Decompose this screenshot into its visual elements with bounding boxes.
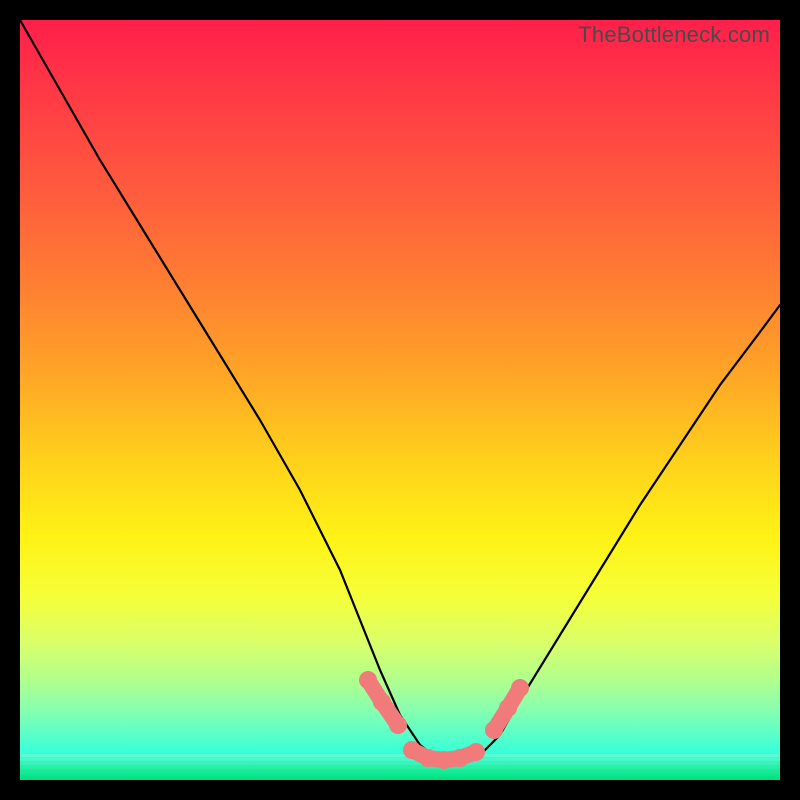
marker-dot [359,671,377,689]
marker-dot [511,679,529,697]
marker-dot [467,743,485,761]
marker-cluster-left [359,671,407,734]
bottom-band [20,770,780,773]
chart-frame: TheBottleneck.com [0,0,800,800]
marker-dot [373,693,391,711]
marker-dot [485,721,503,739]
bottom-band [20,758,780,761]
marker-dot [403,741,421,759]
marker-dot [389,716,407,734]
bottom-band [20,766,780,769]
bottom-band-layer [20,754,780,773]
marker-dot [499,699,517,717]
marker-dot [419,749,437,767]
curve-layer [20,20,780,780]
marker-dot [451,749,469,767]
bottom-band [20,754,780,757]
marker-dot [435,751,453,769]
marker-cluster-right [485,679,529,739]
bottleneck-curve [20,20,780,760]
plot-area: TheBottleneck.com [20,20,780,780]
bottom-band [20,762,780,765]
